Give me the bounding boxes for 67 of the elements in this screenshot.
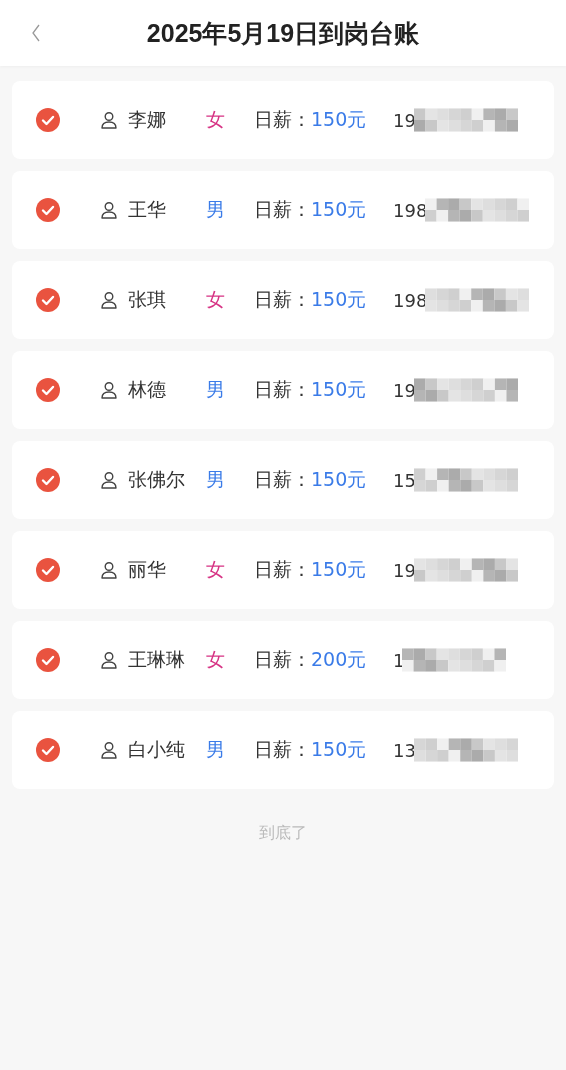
worker-name: 林德 xyxy=(128,377,167,402)
worker-name: 张琪 xyxy=(128,287,167,312)
checkbox[interactable] xyxy=(36,378,60,402)
person-icon xyxy=(100,741,118,759)
wage-label: 日薪： xyxy=(254,557,311,582)
wage-value: 150元 xyxy=(311,377,368,402)
wage-label: 日薪： xyxy=(254,107,311,132)
wage-value: 150元 xyxy=(311,197,368,222)
worker-name: 张佛尔 xyxy=(128,467,186,492)
wage-label: 日薪： xyxy=(254,467,311,492)
checkbox[interactable] xyxy=(36,468,60,492)
phone-number: 19 xyxy=(393,559,416,581)
person-icon xyxy=(100,381,118,399)
page-title: 2025年5月19日到岗台账 xyxy=(146,17,420,49)
worker-name: 王琳琳 xyxy=(128,647,186,672)
person-icon xyxy=(100,111,118,129)
worker-gender: 女 xyxy=(206,647,226,672)
worker-gender: 女 xyxy=(206,287,226,312)
wage-value: 150元 xyxy=(311,737,368,762)
checkbox[interactable] xyxy=(36,288,60,312)
checkbox[interactable] xyxy=(36,108,60,132)
wage-label: 日薪： xyxy=(254,197,311,222)
person-icon xyxy=(100,561,118,579)
checkbox[interactable] xyxy=(36,558,60,582)
worker-card[interactable]: 张佛尔 男 日薪：150元 15 xyxy=(12,441,554,519)
wage-value: 200元 xyxy=(311,647,368,672)
wage-value: 150元 xyxy=(311,557,368,582)
worker-gender: 男 xyxy=(206,737,226,762)
phone-number: 19 xyxy=(393,109,416,131)
person-icon xyxy=(100,291,118,309)
wage-value: 150元 xyxy=(311,107,368,132)
checkbox[interactable] xyxy=(36,198,60,222)
wage-value: 150元 xyxy=(311,287,368,312)
worker-card[interactable]: 王琳琳 女 日薪：200元 1 xyxy=(12,621,554,699)
worker-gender: 男 xyxy=(206,377,226,402)
worker-card[interactable]: 王华 男 日薪：150元 198 xyxy=(12,171,554,249)
worker-card[interactable]: 李娜 女 日薪：150元 19 xyxy=(12,81,554,159)
wage-label: 日薪： xyxy=(254,737,311,762)
worker-gender: 女 xyxy=(206,557,226,582)
worker-name: 丽华 xyxy=(128,557,167,582)
checkbox[interactable] xyxy=(36,738,60,762)
back-icon[interactable] xyxy=(31,23,41,43)
checkbox[interactable] xyxy=(36,648,60,672)
phone-number: 198 xyxy=(393,199,428,221)
worker-card[interactable]: 白小纯 男 日薪：150元 13 xyxy=(12,711,554,789)
phone-number: 15 xyxy=(393,469,416,491)
worker-name: 王华 xyxy=(128,197,167,222)
wage-label: 日薪： xyxy=(254,377,311,402)
person-icon xyxy=(100,471,118,489)
wage-label: 日薪： xyxy=(254,647,311,672)
worker-gender: 男 xyxy=(206,467,226,492)
person-icon xyxy=(100,651,118,669)
worker-gender: 女 xyxy=(206,107,226,132)
worker-card[interactable]: 张琪 女 日薪：150元 198 xyxy=(12,261,554,339)
worker-card[interactable]: 丽华 女 日薪：150元 19 xyxy=(12,531,554,609)
phone-number: 1 xyxy=(393,649,405,671)
worker-name: 李娜 xyxy=(128,107,167,132)
end-of-list-text: 到底了 xyxy=(258,823,308,844)
worker-name: 白小纯 xyxy=(128,737,186,762)
worker-card[interactable]: 林德 男 日薪：150元 19 xyxy=(12,351,554,429)
worker-gender: 男 xyxy=(206,197,226,222)
person-icon xyxy=(100,201,118,219)
wage-label: 日薪： xyxy=(254,287,311,312)
phone-number: 13 xyxy=(393,739,416,761)
phone-number: 19 xyxy=(393,379,416,401)
wage-value: 150元 xyxy=(311,467,368,492)
phone-number: 198 xyxy=(393,289,428,311)
